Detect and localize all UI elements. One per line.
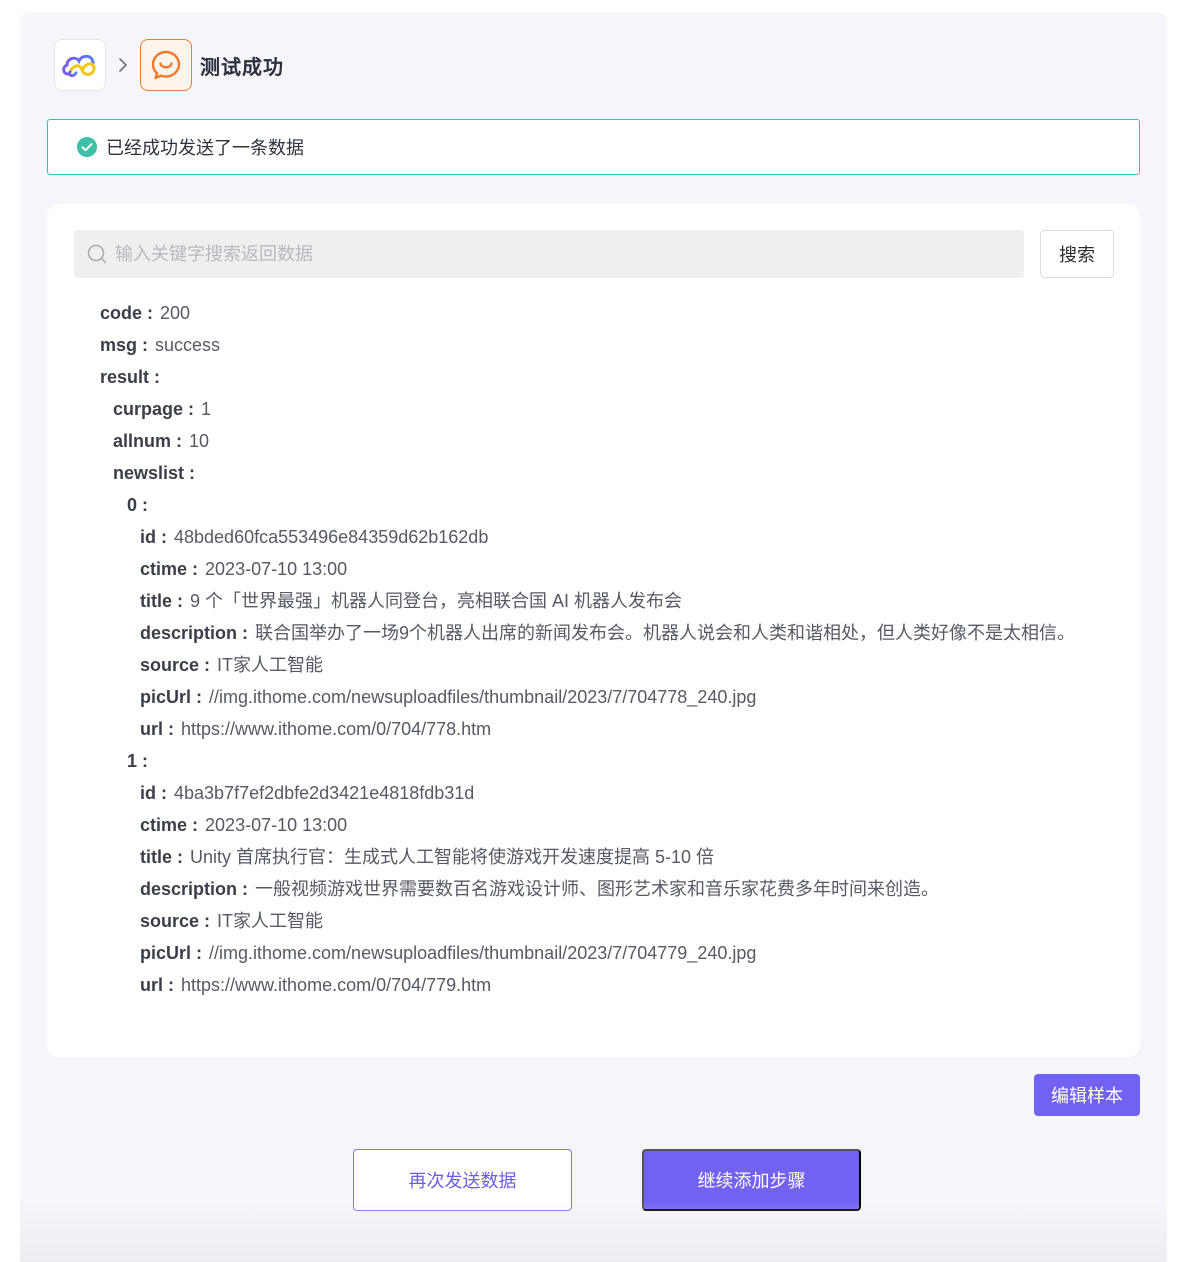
tree-key: description — [140, 623, 238, 643]
chat-bubble-icon — [151, 50, 181, 80]
tree-value: //img.ithome.com/newsuploadfiles/thumbna… — [209, 687, 757, 707]
tree-row: 1: — [100, 745, 1110, 777]
tree-value — [202, 457, 1110, 489]
tree-value: Unity 首席执行官：生成式人工智能将使游戏开发速度提高 5-10 倍 — [190, 847, 715, 867]
tree-row: description: 一般视频游戏世界需要数百名游戏设计师、图形艺术家和音乐家… — [100, 873, 1110, 905]
search-input[interactable] — [113, 242, 997, 266]
alert-message: 已经成功发送了一条数据 — [106, 138, 304, 158]
tree-value: 1 — [201, 399, 212, 419]
tree-value: 2023-07-10 13:00 — [205, 559, 348, 579]
tree-row: id:4ba3b7f7ef2dbfe2d3421e4818fdb31d — [100, 777, 1110, 809]
tree-value — [155, 745, 1110, 777]
check-circle-icon — [77, 137, 97, 157]
test-result-panel: 测试成功 已经成功发送了一条数据 搜索 code:200msg:successr… — [20, 12, 1167, 1262]
tree-value: https://www.ithome.com/0/704/779.htm — [181, 975, 492, 995]
tree-key: newslist — [113, 463, 185, 483]
tree-row: curpage:1 — [100, 393, 1110, 425]
tree-key: source — [140, 655, 200, 675]
tree-value: IT家人工智能 — [217, 655, 324, 675]
tree-key: description — [140, 879, 238, 899]
tree-row: source: IT家人工智能 — [100, 905, 1110, 937]
tree-key: code — [100, 303, 143, 323]
tree-row: description: 联合国举办了一场9个机器人出席的新闻发布会。机器人说会和… — [100, 617, 1110, 649]
target-app-button[interactable] — [140, 39, 192, 91]
tree-key: id — [140, 783, 156, 803]
tree-value: 联合国举办了一场9个机器人出席的新闻发布会。机器人说会和人类和谐相处，但人类好像… — [255, 623, 1076, 643]
source-app-button[interactable] — [54, 39, 106, 91]
tree-row: source: IT家人工智能 — [100, 649, 1110, 681]
tree-row: result: — [100, 361, 1110, 393]
edit-sample-button[interactable]: 编辑样本 — [1034, 1074, 1140, 1116]
tree-value: //img.ithome.com/newsuploadfiles/thumbna… — [209, 943, 757, 963]
tree-value: 4ba3b7f7ef2dbfe2d3421e4818fdb31d — [174, 783, 475, 803]
tree-row: ctime:2023-07-10 13:00 — [100, 809, 1110, 841]
tree-key: picUrl — [140, 687, 192, 707]
tree-row: id:48bded60fca553496e84359d62b162db — [100, 521, 1110, 553]
tree-value: 9 个「世界最强」机器人同登台，亮相联合国 AI 机器人发布会 — [190, 591, 683, 611]
tree-key: picUrl — [140, 943, 192, 963]
tree-key: 1 — [127, 751, 138, 771]
tree-value: 2023-07-10 13:00 — [205, 815, 348, 835]
tree-row: 0: — [100, 489, 1110, 521]
response-tree: code:200 msg: success result: curpage:1 allnu… — [100, 297, 1110, 1001]
tree-row: newslist: — [100, 457, 1110, 489]
tree-row: url: https://www.ithome.com/0/704/778.htm — [100, 713, 1110, 745]
tree-row: picUrl://img.ithome.com/newsuploadfiles/… — [100, 681, 1110, 713]
tree-value — [155, 489, 1110, 521]
tree-row: allnum:10 — [100, 425, 1110, 457]
tree-row: title:9 个「世界最强」机器人同登台，亮相联合国 AI 机器人发布会 — [100, 585, 1110, 617]
tree-value: 48bded60fca553496e84359d62b162db — [174, 527, 489, 547]
tree-key: id — [140, 527, 156, 547]
tree-row: title: Unity 首席执行官：生成式人工智能将使游戏开发速度提高 5-10… — [100, 841, 1110, 873]
tree-row: ctime:2023-07-10 13:00 — [100, 553, 1110, 585]
search-button[interactable]: 搜索 — [1040, 230, 1114, 278]
tree-key: result — [100, 367, 150, 387]
tree-value: 10 — [189, 431, 210, 451]
tree-value: IT家人工智能 — [217, 911, 324, 931]
success-alert: 已经成功发送了一条数据 — [47, 119, 1140, 175]
tree-key: title — [140, 847, 173, 867]
tree-value: https://www.ithome.com/0/704/778.htm — [181, 719, 492, 739]
tree-row: msg: success — [100, 329, 1110, 361]
tree-key: title — [140, 591, 173, 611]
tree-key: curpage — [113, 399, 184, 419]
tree-key: url — [140, 975, 164, 995]
tree-key: allnum — [113, 431, 172, 451]
breadcrumb: 测试成功 — [54, 38, 284, 92]
tree-key: source — [140, 911, 200, 931]
tree-value: success — [155, 335, 221, 355]
tree-key: msg — [100, 335, 138, 355]
tree-value: 一般视频游戏世界需要数百名游戏设计师、图形艺术家和音乐家花费多年时间来创造。 — [255, 879, 940, 899]
tree-row: url: https://www.ithome.com/0/704/779.htm — [100, 969, 1110, 1001]
tree-key: 0 — [127, 495, 138, 515]
chevron-right-icon — [119, 58, 128, 72]
search-box — [74, 230, 1024, 278]
search-icon — [87, 244, 107, 264]
tree-row: code:200 — [100, 297, 1110, 329]
tree-key: ctime — [140, 815, 188, 835]
tree-value: 200 — [160, 303, 191, 323]
tree-key: url — [140, 719, 164, 739]
page-title: 测试成功 — [200, 56, 284, 79]
tree-value — [167, 361, 1110, 393]
cloud-icon — [62, 54, 96, 77]
response-data-card: 搜索 code:200msg:successresult:curpage:1al… — [47, 204, 1140, 1057]
tree-key: ctime — [140, 559, 188, 579]
tree-row: picUrl://img.ithome.com/newsuploadfiles/… — [100, 937, 1110, 969]
